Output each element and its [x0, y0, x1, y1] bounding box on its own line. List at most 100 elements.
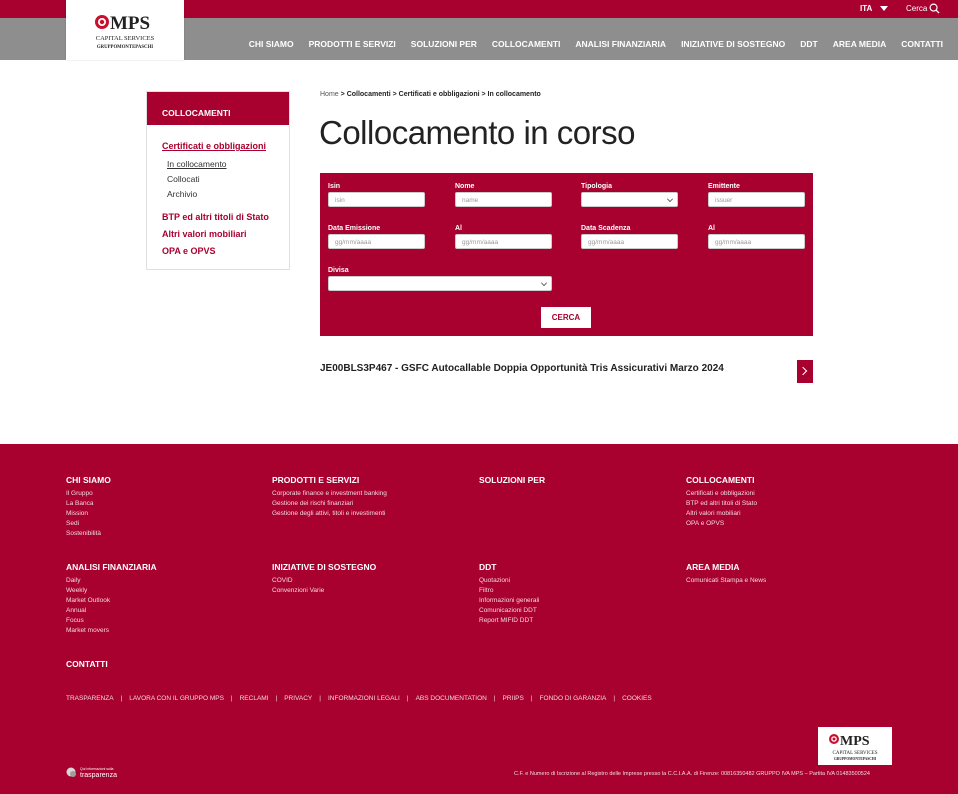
legal-link[interactable]: FONDO DI GARANZIA: [540, 695, 607, 702]
search-button[interactable]: CERCA: [541, 307, 591, 328]
footer-heading[interactable]: INIZIATIVE DI SOSTEGNO: [272, 562, 472, 572]
footer-link[interactable]: Mission: [66, 509, 266, 519]
search-link[interactable]: Cerca: [906, 4, 927, 13]
footer-link[interactable]: COVID: [272, 576, 472, 586]
nav-contatti[interactable]: CONTATTI: [901, 39, 943, 49]
footer-link[interactable]: Weekly: [66, 586, 266, 596]
footer-link[interactable]: Gestione dei rischi finanziari: [272, 499, 472, 509]
legal-separator: |: [319, 695, 321, 702]
sidebar-item-opa-opvs[interactable]: OPA e OPVS: [162, 246, 216, 256]
nav-iniziative-sostegno[interactable]: INIZIATIVE DI SOSTEGNO: [681, 39, 785, 49]
footer-link[interactable]: Sedi: [66, 519, 266, 529]
footer-heading[interactable]: AREA MEDIA: [686, 562, 886, 572]
nav-analisi-finanziaria[interactable]: ANALISI FINANZIARIA: [575, 39, 666, 49]
legal-separator: |: [530, 695, 533, 702]
footer-link[interactable]: Corporate finance e investment banking: [272, 489, 472, 499]
sidebar-item-certificati[interactable]: Certificati e obbligazioni: [162, 141, 266, 151]
footer-heading[interactable]: DDT: [479, 562, 679, 572]
legal-link[interactable]: PRIIPS: [503, 695, 524, 702]
footer-link[interactable]: Annual: [66, 606, 266, 616]
footer-link[interactable]: La Banca: [66, 499, 266, 509]
footer-col-iniziative: INIZIATIVE DI SOSTEGNO COVID Convenzioni…: [272, 562, 472, 596]
sidebar-title[interactable]: COLLOCAMENTI: [147, 92, 289, 125]
footer-link[interactable]: Comunicati Stampa e News: [686, 576, 886, 586]
nav-ddt[interactable]: DDT: [800, 39, 817, 49]
footer-link[interactable]: Informazioni generali: [479, 596, 679, 606]
footer-link[interactable]: Daily: [66, 576, 266, 586]
breadcrumb-home[interactable]: Home: [320, 91, 339, 98]
footer-link[interactable]: OPA e OPVS: [686, 519, 886, 529]
al-scadenza-input[interactable]: gg/mm/aaaa: [708, 234, 805, 249]
sidebar-subitem-collocati[interactable]: Collocati: [167, 174, 200, 184]
language-selector[interactable]: ITA: [860, 4, 872, 13]
sidebar-subitem-archivio[interactable]: Archivio: [167, 189, 197, 199]
legal-link[interactable]: TRASPARENZA: [66, 695, 114, 702]
mps-logo[interactable]: MPS CAPITAL SERVICES GRUPPOMONTEPASCHI: [66, 0, 184, 60]
tipologia-label: Tipologia: [581, 183, 612, 190]
data-emissione-input[interactable]: gg/mm/aaaa: [328, 234, 425, 249]
footer-link[interactable]: Altri valori mobiliari: [686, 509, 886, 519]
footer-link[interactable]: Certificati e obbligazioni: [686, 489, 886, 499]
copyright-text: C.F. e Numero di Iscrizione al Registro …: [514, 771, 870, 777]
footer-link[interactable]: Convenzioni Varie: [272, 586, 472, 596]
footer-col-prodotti: PRODOTTI E SERVIZI Corporate finance e i…: [272, 475, 472, 519]
footer-link[interactable]: Market movers: [66, 626, 266, 636]
transparency-badge[interactable]: Qui informazioni sulla trasparenza: [66, 765, 126, 779]
footer-heading[interactable]: ANALISI FINANZIARIA: [66, 562, 266, 572]
footer-link[interactable]: Focus: [66, 616, 266, 626]
data-scadenza-input[interactable]: gg/mm/aaaa: [581, 234, 678, 249]
footer-heading[interactable]: SOLUZIONI PER: [479, 475, 679, 485]
legal-link[interactable]: PRIVACY: [284, 695, 312, 702]
footer-link[interactable]: Quotazioni: [479, 576, 679, 586]
breadcrumb-separator: >: [481, 91, 486, 98]
al-emissione-input[interactable]: gg/mm/aaaa: [455, 234, 552, 249]
al-emissione-label: Al: [455, 225, 462, 232]
divisa-select[interactable]: [328, 276, 552, 291]
nome-label: Nome: [455, 183, 475, 190]
footer-col-collocamenti: COLLOCAMENTI Certificati e obbligazioni …: [686, 475, 886, 529]
nav-chi-siamo[interactable]: CHI SIAMO: [249, 39, 294, 49]
isin-input[interactable]: isin: [328, 192, 425, 207]
chevron-down-icon: [541, 280, 547, 286]
footer-heading[interactable]: CHI SIAMO: [66, 475, 266, 485]
nav-area-media[interactable]: AREA MEDIA: [833, 39, 887, 49]
legal-separator: |: [120, 695, 123, 702]
result-item-title[interactable]: JE00BLS3P467 - GSFC Autocallable Doppia …: [320, 363, 724, 374]
footer-col-area-media: AREA MEDIA Comunicati Stampa e News: [686, 562, 886, 586]
sidebar-item-altri-valori[interactable]: Altri valori mobiliari: [162, 229, 247, 239]
footer-link[interactable]: Il Gruppo: [66, 489, 266, 499]
footer-mps-logo[interactable]: MPS CAPITAL SERVICES GRUPPOMONTEPASCHI: [818, 727, 892, 765]
footer-link[interactable]: Gestione degli attivi, titoli e investim…: [272, 509, 472, 519]
footer-heading[interactable]: PRODOTTI E SERVIZI: [272, 475, 472, 485]
svg-text:MPS: MPS: [840, 734, 870, 749]
legal-link[interactable]: LAVORA CON IL GRUPPO MPS: [129, 695, 224, 702]
breadcrumb-collocamenti[interactable]: Collocamenti: [347, 91, 391, 98]
chevron-right-icon[interactable]: [797, 360, 813, 383]
footer-heading[interactable]: CONTATTI: [66, 659, 266, 669]
footer-link[interactable]: Filtro: [479, 586, 679, 596]
sidebar-subitem-in-collocamento[interactable]: In collocamento: [167, 159, 227, 169]
footer-link[interactable]: Report MIFID DDT: [479, 616, 679, 626]
footer-link[interactable]: Comunicazioni DDT: [479, 606, 679, 616]
nav-collocamenti[interactable]: COLLOCAMENTI: [492, 39, 560, 49]
footer-col-chi-siamo: CHI SIAMO Il Gruppo La Banca Mission Sed…: [66, 475, 266, 539]
legal-link[interactable]: INFORMAZIONI LEGALI: [328, 695, 400, 702]
nav-soluzioni-per[interactable]: SOLUZIONI PER: [411, 39, 477, 49]
legal-link[interactable]: ABS DOCUMENTATION: [416, 695, 487, 702]
footer-link[interactable]: BTP ed altri titoli di Stato: [686, 499, 886, 509]
nome-input[interactable]: name: [455, 192, 552, 207]
footer-link[interactable]: Market Outlook: [66, 596, 266, 606]
search-icon[interactable]: [929, 3, 940, 14]
footer-heading[interactable]: COLLOCAMENTI: [686, 475, 886, 485]
legal-link[interactable]: COOKIES: [622, 695, 652, 702]
breadcrumb: Home > Collocamenti > Certificati e obbl…: [320, 91, 541, 98]
sidebar-item-btp[interactable]: BTP ed altri titoli di Stato: [162, 212, 269, 222]
breadcrumb-certificati[interactable]: Certificati e obbligazioni: [399, 91, 480, 98]
emittente-input[interactable]: issuer: [708, 192, 805, 207]
nav-prodotti-servizi[interactable]: PRODOTTI E SERVIZI: [309, 39, 396, 49]
legal-link[interactable]: RECLAMI: [240, 695, 269, 702]
svg-text:GRUPPOMONTEPASCHI: GRUPPOMONTEPASCHI: [834, 757, 877, 761]
chevron-down-icon[interactable]: [880, 6, 888, 11]
footer-link[interactable]: Sostenibilità: [66, 529, 266, 539]
tipologia-select[interactable]: [581, 192, 678, 207]
